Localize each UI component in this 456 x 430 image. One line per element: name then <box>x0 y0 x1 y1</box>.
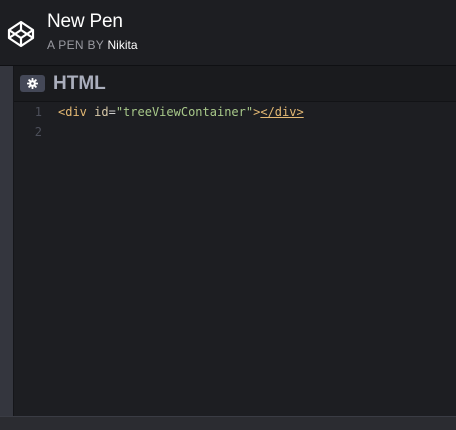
byline-prefix: A PEN BY <box>47 38 104 52</box>
line-number: 2 <box>34 125 42 139</box>
code-line: 2 <box>14 122 456 142</box>
author-link[interactable]: Nikita <box>108 38 138 52</box>
token-attr-value: "treeViewContainer" <box>115 105 254 119</box>
editor-bottom-bar <box>0 416 456 430</box>
line-number: 1 <box>34 105 42 119</box>
code-line: 1 <div id="treeViewContainer"></div> <box>14 102 456 122</box>
codepen-editor-page: New Pen A PEN BY Nikita HTML 1 <div id="… <box>0 0 456 430</box>
editor-settings-button[interactable] <box>20 75 45 92</box>
pen-title[interactable]: New Pen <box>47 11 123 33</box>
html-editor: HTML 1 <div id="treeViewContainer"></div… <box>14 66 456 416</box>
editor-header: HTML <box>14 66 456 102</box>
codepen-logo-icon[interactable] <box>6 19 36 49</box>
token-attr-name: id <box>86 105 109 119</box>
pen-byline: A PEN BY Nikita <box>47 38 138 52</box>
editor-title: HTML <box>53 73 106 94</box>
token-open-tag: <div <box>58 105 87 119</box>
line-code[interactable]: <div id="treeViewContainer"></div> <box>58 102 304 122</box>
code-area[interactable]: 1 <div id="treeViewContainer"></div> 2 <box>14 102 456 416</box>
token-equals: = <box>108 105 116 119</box>
pen-header: New Pen A PEN BY Nikita <box>0 0 456 66</box>
gear-icon <box>27 78 38 89</box>
editor-resize-gutter[interactable] <box>0 66 14 416</box>
token-close-tag: </div> <box>260 105 304 119</box>
